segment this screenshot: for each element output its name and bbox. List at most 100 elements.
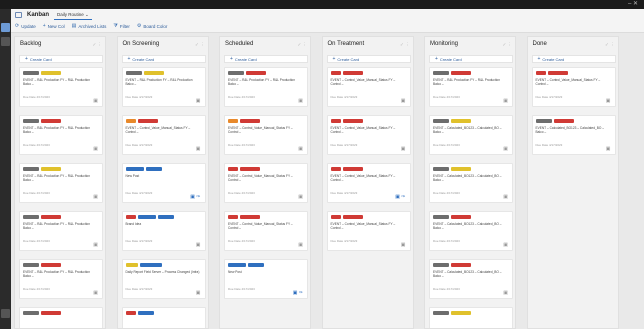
filter-icon: ⧩	[113, 23, 118, 29]
card-tags	[125, 311, 154, 315]
card-tag-badge	[246, 71, 266, 75]
card-tag-badge	[553, 119, 574, 123]
card-attachment-icon[interactable]: ▣	[503, 99, 508, 104]
card-attachment-icon[interactable]: ▣	[298, 195, 303, 200]
kanban-card[interactable]: EVENT – R&L Production FY – R&L Producti…	[19, 163, 103, 203]
kanban-card[interactable]: EVENT – Control_Value_Manual_Status FY –…	[224, 115, 308, 155]
create-card-button[interactable]: + Create Card	[326, 55, 411, 63]
card-attachment-icon[interactable]: ▣	[503, 147, 508, 152]
nav-board-icon[interactable]	[1, 23, 10, 32]
card-tags	[23, 311, 61, 315]
card-tags	[228, 167, 260, 171]
nav-settings-icon[interactable]	[1, 309, 10, 318]
nav-list-icon[interactable]	[1, 37, 10, 46]
kanban-card[interactable]: EVENT – Control_Value_Manual_Status FY –…	[121, 115, 206, 155]
column-header: Monitoring ✓ ⋮	[430, 41, 512, 51]
card-attachment-icon[interactable]: ▣	[196, 291, 201, 296]
card-tags	[228, 263, 264, 267]
card-attachment-icon[interactable]: ▣	[503, 291, 508, 296]
kanban-card[interactable]	[121, 307, 206, 328]
toolbar-archived-lists-button[interactable]: ▤ Archived Lists	[72, 24, 107, 30]
card-attachment-icon[interactable]: ▣	[298, 99, 303, 104]
kanban-card[interactable]	[429, 307, 513, 328]
kanban-card[interactable]: EVENT – Control_Value_Manual_Status FY –…	[224, 211, 308, 251]
card-attachment-icon[interactable]: ▣	[606, 147, 611, 152]
kanban-card[interactable]: EVENT – Calculated_BO123 – Calculated_BO…	[429, 163, 513, 203]
create-card-button[interactable]: + Create Card	[19, 55, 103, 63]
kanban-card[interactable]: Daily Report Field Server – Process Chan…	[121, 259, 206, 299]
card-title: EVENT – Calculated_BO123 – Calculated_BO…	[433, 222, 502, 230]
card-attachment-icon[interactable]: ▣	[401, 99, 406, 104]
column-menu-icon[interactable]: ✓ ⋮	[297, 42, 307, 48]
create-card-label: Create Card	[132, 56, 155, 62]
card-attachment-icon[interactable]: ▣	[93, 291, 98, 296]
kanban-card[interactable]	[19, 307, 103, 328]
column-menu-icon[interactable]: ✓ ⋮	[502, 42, 512, 48]
kanban-card[interactable]: EVENT – R&L Production FY – R&L Producti…	[19, 259, 103, 299]
column-menu-icon[interactable]: ✓ ⋮	[92, 42, 102, 48]
card-due-date: Due Date 4/17/2023	[125, 95, 153, 99]
kanban-card[interactable]: EVENT – R&L Production FY – R&L Producti…	[19, 115, 103, 155]
card-attachment-icon[interactable]: ▣	[196, 147, 201, 152]
card-attachment-icon[interactable]: ▣	[298, 147, 303, 152]
card-attachment-icon[interactable]: ▣	[503, 195, 508, 200]
kanban-card[interactable]: EVENT – R&L Production FY – R&L Producti…	[19, 211, 103, 251]
card-attachment-icon[interactable]: ▣	[606, 99, 611, 104]
column-menu-icon[interactable]: ✓ ⋮	[195, 42, 205, 48]
kanban-card[interactable]: EVENT – R&L Production FY – R&L Producti…	[121, 67, 206, 107]
column-menu-icon[interactable]: ✓ ⋮	[400, 42, 410, 48]
card-tag-badge	[125, 167, 144, 171]
toolbar-new-col-button[interactable]: + New Col	[43, 24, 65, 30]
column-title: Done	[532, 41, 547, 47]
create-card-button[interactable]: + Create Card	[531, 55, 616, 63]
kanban-card[interactable]: EVENT – Control_Value_Manual_Status FY –…	[531, 67, 616, 107]
kanban-card[interactable]: New Post Due Date 4/17/2023 ▣ ✑	[121, 163, 206, 203]
card-tag-badge	[137, 215, 156, 219]
kanban-card[interactable]: EVENT – Control_Value_Manual_Status FY –…	[326, 211, 411, 251]
card-tags	[125, 263, 162, 267]
toolbar-board-color-button[interactable]: ⚙ Board Color	[137, 24, 168, 30]
card-attachment-icon[interactable]: ▣	[93, 243, 98, 248]
card-tag-badge	[330, 119, 341, 123]
card-due-date: Due Date 4/17/2023	[433, 287, 460, 291]
kanban-card[interactable]: EVENT – R&L Production FY – R&L Producti…	[19, 67, 103, 107]
card-attachment-icon[interactable]: ▣	[93, 147, 98, 152]
kanban-card[interactable]: EVENT – R&L Production FY – R&L Producti…	[429, 67, 513, 107]
card-attachment-icon[interactable]: ▣ ✑	[395, 195, 405, 200]
create-card-button[interactable]: + Create Card	[121, 55, 206, 63]
create-card-label: Create Card	[439, 56, 462, 62]
card-tags	[228, 71, 266, 75]
card-attachment-icon[interactable]: ▣	[503, 243, 508, 248]
card-attachment-icon[interactable]: ▣	[93, 99, 98, 104]
card-attachment-icon[interactable]: ▣	[298, 243, 303, 248]
kanban-card[interactable]: Brand Idea Due Date 4/17/2023 ▣	[121, 211, 206, 251]
card-attachment-icon[interactable]: ▣	[196, 99, 201, 104]
kanban-card[interactable]: EVENT – R&L Production FY – R&L Producti…	[224, 67, 308, 107]
view-selector[interactable]: Daily Routine ⌄	[54, 11, 92, 20]
create-card-button[interactable]: + Create Card	[224, 55, 308, 63]
kanban-card[interactable]: EVENT – Control_Value_Manual_Status FY –…	[326, 67, 411, 107]
card-tag-badge	[433, 311, 449, 315]
toolbar-update-button[interactable]: ⟳ Update	[15, 24, 36, 30]
card-attachment-icon[interactable]: ▣	[401, 243, 406, 248]
kanban-card[interactable]: EVENT – Control_Value_Manual_Status FY –…	[326, 163, 411, 203]
kanban-card[interactable]: EVENT – Calculated_BO123 – Calculated_BO…	[429, 211, 513, 251]
kanban-card[interactable]: EVENT – Calculated_BO123 – Calculated_BO…	[429, 115, 513, 155]
card-attachment-icon[interactable]: ▣ ✑	[293, 291, 303, 296]
card-tag-badge	[41, 119, 61, 123]
card-attachment-icon[interactable]: ▣	[196, 243, 201, 248]
card-tag-badge	[125, 119, 136, 123]
toolbar-filter-button[interactable]: ⧩ Filter	[113, 23, 129, 30]
kanban-card[interactable]: EVENT – Control_Value_Manual_Status FY –…	[326, 115, 411, 155]
create-card-button[interactable]: + Create Card	[429, 55, 513, 63]
card-attachment-icon[interactable]: ▣	[93, 195, 98, 200]
kanban-card[interactable]: EVENT – Calculated_BO123 – Calculated_BO…	[429, 259, 513, 299]
card-attachment-icon[interactable]: ▣	[401, 147, 406, 152]
kanban-app-window: – ✕ Kanban Daily Routine ⌄ ⟳ Update + New C…	[0, 0, 644, 329]
kanban-card[interactable]: New Post Due Date 4/17/2023 ▣ ✑	[224, 259, 308, 299]
column-menu-icon[interactable]: ✓ ⋮	[605, 42, 615, 48]
kanban-card[interactable]: EVENT – Calculated_BO123 – Calculated_BO…	[531, 115, 616, 155]
kanban-card[interactable]: EVENT – Control_Value_Manual_Status FY –…	[224, 163, 308, 203]
window-controls[interactable]: – ✕	[628, 1, 638, 8]
card-attachment-icon[interactable]: ▣ ✑	[190, 195, 200, 200]
